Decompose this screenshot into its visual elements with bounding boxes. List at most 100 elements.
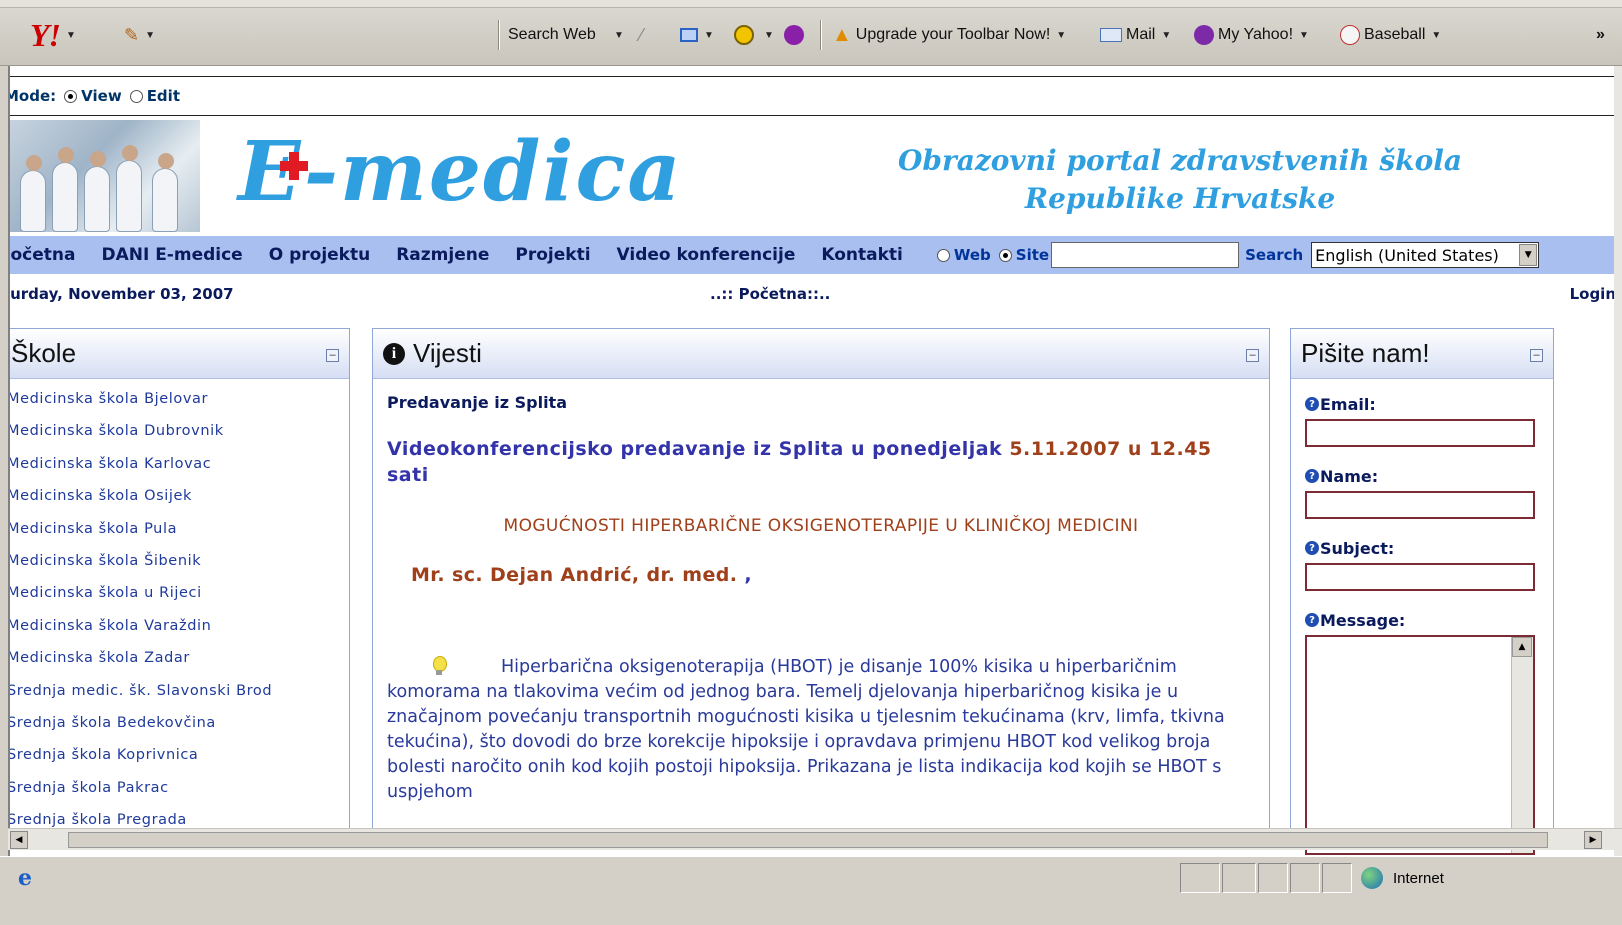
nav-link-video-konferencije[interactable]: Video konferencije bbox=[617, 245, 796, 265]
ie-button-icon bbox=[734, 25, 754, 45]
message-scrollbar[interactable]: ▲ bbox=[1511, 637, 1533, 853]
help-icon[interactable]: ? bbox=[1305, 397, 1319, 411]
search-site-label: Site bbox=[1015, 246, 1050, 264]
page-vertical-scrollbar[interactable] bbox=[1614, 66, 1622, 856]
contact-panel: Pišite nam! – ? Email: ? Name: ? Subject: ?… bbox=[1290, 328, 1554, 855]
nav-link-projekti[interactable]: Projekti bbox=[515, 245, 590, 265]
breadcrumb: ..:: Početna::.. bbox=[710, 285, 831, 303]
nav-link-razmjene[interactable]: Razmjene bbox=[396, 245, 489, 265]
schools-panel-header: Škole – bbox=[10, 329, 349, 379]
school-link[interactable]: Medicinska škola Karlovac bbox=[10, 456, 349, 488]
chevron-down-icon: ▼ bbox=[704, 29, 714, 41]
antispy-button[interactable] bbox=[784, 22, 808, 48]
search-web-dropdown[interactable]: ▼ bbox=[608, 22, 624, 48]
search-button[interactable]: Search bbox=[1245, 246, 1303, 264]
subject-field[interactable] bbox=[1305, 563, 1535, 591]
minimize-icon[interactable]: – bbox=[326, 349, 339, 362]
school-link[interactable]: Srednja medic. šk. Slavonski Brod bbox=[10, 683, 349, 715]
mode-view-radio[interactable] bbox=[64, 89, 78, 103]
help-icon[interactable]: ? bbox=[1305, 469, 1319, 483]
page-horizontal-scrollbar[interactable]: ◀ ▶ bbox=[8, 828, 1622, 850]
school-link[interactable]: Srednja škola Pakrac bbox=[10, 780, 349, 812]
language-select[interactable]: English (United States) ▼ bbox=[1311, 242, 1540, 268]
contact-form: ? Email: ? Name: ? Subject: ? Message: ▲ bbox=[1291, 379, 1553, 855]
login-link[interactable]: Login bbox=[1570, 285, 1616, 303]
search-web-button[interactable]: Search Web bbox=[508, 22, 596, 48]
window-button[interactable]: ▼ bbox=[680, 22, 714, 48]
toolbar-overflow-button[interactable]: » bbox=[1596, 22, 1605, 48]
nav-link-o-projektu[interactable]: O projektu bbox=[269, 245, 371, 265]
mode-bar: Mode: View Edit bbox=[10, 76, 1616, 116]
school-link[interactable]: Srednja škola Bedekovčina bbox=[10, 715, 349, 747]
school-link[interactable]: Medicinska škola Bjelovar bbox=[10, 391, 349, 423]
status-bar: e Internet bbox=[0, 856, 1622, 898]
upgrade-toolbar-link[interactable]: ▲ Upgrade your Toolbar Now! ▼ bbox=[832, 22, 1066, 48]
pencil-icon: ✎ bbox=[124, 24, 140, 45]
mail-button[interactable]: Mail ▼ bbox=[1100, 22, 1171, 48]
site-search: Web Site Search bbox=[929, 242, 1303, 268]
warning-icon: ▲ bbox=[832, 23, 852, 46]
tagline-line2: Republike Hrvatske bbox=[1024, 182, 1336, 215]
message-field[interactable]: ▲ bbox=[1305, 635, 1535, 855]
school-link[interactable]: Medicinska škola Varaždin bbox=[10, 618, 349, 650]
ie-options-button[interactable]: ▼ bbox=[734, 22, 774, 48]
scroll-right-icon[interactable]: ▶ bbox=[1584, 831, 1602, 849]
pencil-button[interactable]: ✎ ▼ bbox=[124, 22, 155, 48]
help-icon[interactable]: ? bbox=[1305, 613, 1319, 627]
school-link[interactable]: Medicinska škola u Rijeci bbox=[10, 585, 349, 617]
antispy-icon bbox=[784, 25, 804, 45]
chevron-down-icon: ▼ bbox=[614, 29, 624, 41]
search-web-label: Web bbox=[953, 246, 991, 264]
schools-panel-title: Škole bbox=[11, 338, 77, 368]
news-panel-title: Vijesti bbox=[413, 338, 482, 368]
mode-edit-radio[interactable] bbox=[129, 89, 143, 103]
status-cell bbox=[1258, 863, 1288, 893]
message-label: ? Message: bbox=[1305, 609, 1539, 631]
chevron-down-icon: ▼ bbox=[1161, 29, 1172, 41]
tagline-line1: Obrazovni portal zdravstvenih škola bbox=[897, 144, 1463, 177]
security-zone-label: Internet bbox=[1393, 869, 1444, 887]
toolbar-separator bbox=[820, 20, 822, 50]
mail-label: Mail bbox=[1126, 26, 1156, 43]
search-web-radio[interactable] bbox=[936, 248, 950, 262]
window-bottom-band bbox=[0, 898, 1622, 925]
school-link[interactable]: Medicinska škola Zadar bbox=[10, 650, 349, 682]
school-link[interactable]: Srednja škola Koprivnica bbox=[10, 747, 349, 779]
search-input[interactable] bbox=[1051, 242, 1240, 268]
school-link[interactable]: Medicinska škola Osijek bbox=[10, 488, 349, 520]
news-panel: i Vijesti – Predavanje iz Splita Videoko… bbox=[372, 328, 1270, 848]
info-icon: i bbox=[383, 342, 405, 365]
my-yahoo-button[interactable]: My Yahoo! ▼ bbox=[1194, 22, 1309, 48]
school-link[interactable]: Medicinska škola Pula bbox=[10, 521, 349, 553]
nav-link-kontakti[interactable]: Kontakti bbox=[821, 245, 903, 265]
help-icon[interactable]: ? bbox=[1305, 541, 1319, 555]
baseball-button[interactable]: Baseball ▼ bbox=[1340, 22, 1441, 48]
school-link[interactable]: Medicinska škola Šibenik bbox=[10, 553, 349, 585]
status-cell bbox=[1290, 863, 1320, 893]
scroll-up-icon[interactable]: ▲ bbox=[1512, 637, 1532, 657]
news-body: Predavanje iz Splita Videokonferencijsko… bbox=[373, 379, 1269, 805]
nav-link-pocetna[interactable]: Početna bbox=[10, 245, 75, 265]
minimize-icon[interactable]: – bbox=[1530, 349, 1543, 362]
nav-link-dani-e-medice[interactable]: DANI E-medice bbox=[101, 245, 242, 265]
red-cross-icon bbox=[280, 152, 308, 180]
chevron-down-icon: ▼ bbox=[1431, 29, 1442, 41]
news-item-title[interactable]: Predavanje iz Splita bbox=[387, 393, 1255, 412]
photo-person bbox=[116, 145, 142, 232]
email-field[interactable] bbox=[1305, 419, 1535, 447]
news-author-tail: , bbox=[737, 564, 752, 586]
schools-panel: Škole – Medicinska škola Bjelovar Medici… bbox=[10, 328, 350, 848]
name-field[interactable] bbox=[1305, 491, 1535, 519]
news-lead-date: 5.11.2007 u 12.45 bbox=[1009, 438, 1212, 460]
school-link[interactable]: Medicinska škola Dubrovnik bbox=[10, 423, 349, 455]
minimize-icon[interactable]: – bbox=[1246, 349, 1259, 362]
security-zone: Internet bbox=[1355, 863, 1555, 893]
news-topic: MOGUĆNOSTI HIPERBARIČNE OKSIGENOTERAPIJE… bbox=[503, 516, 1139, 536]
scroll-thumb[interactable] bbox=[68, 832, 1548, 848]
highlight-button[interactable]: ⁄ bbox=[640, 22, 643, 48]
yahoo-logo-button[interactable]: Y! ▼ bbox=[30, 17, 76, 53]
status-cell-offline-icon bbox=[1180, 863, 1220, 893]
ie-page-icon: e bbox=[18, 865, 32, 891]
search-site-radio[interactable] bbox=[998, 248, 1012, 262]
scroll-left-icon[interactable]: ◀ bbox=[10, 831, 28, 849]
